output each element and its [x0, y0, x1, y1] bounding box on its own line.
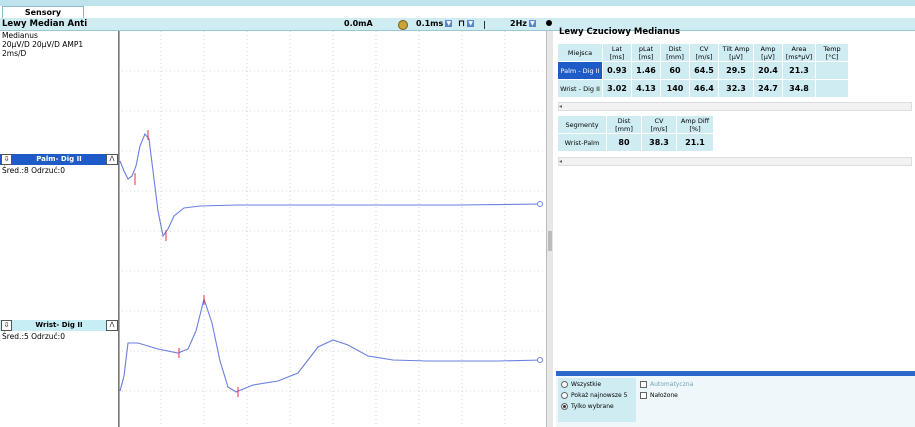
- cell-lat: 0.93: [603, 62, 631, 79]
- trace-avg-wrist: Śred.:5 Odrzuć:0: [2, 332, 65, 341]
- chevron-down-icon: ▼: [528, 20, 536, 27]
- waveform-area[interactable]: [118, 31, 546, 427]
- timebase-label: 2ms/D: [2, 49, 27, 58]
- chevron-down-icon: ▼: [467, 20, 475, 27]
- toolbar-divider: [484, 21, 485, 29]
- nerve-label: Medianus: [2, 31, 38, 40]
- latency-markers: [134, 130, 239, 397]
- table-row[interactable]: Wrist-Palm 80 38.3 21.1: [558, 134, 713, 151]
- cell-tilt-amp: 29.5: [719, 62, 753, 79]
- current-readout: 0.0mA: [344, 19, 373, 28]
- col-cv: CV [m/s]: [690, 44, 718, 61]
- col-area: Area [ms*µV]: [783, 44, 815, 61]
- cell-tilt-amp: 32.3: [719, 80, 753, 97]
- cell-amp: 24.7: [754, 80, 782, 97]
- pulse-icon[interactable]: ⊓ ▼: [458, 18, 475, 30]
- sweep-select[interactable]: 0.1ms ▼: [416, 18, 453, 30]
- cell-temp: [816, 62, 848, 79]
- radio-all[interactable]: Wszystkie: [561, 381, 601, 389]
- segments-hscrollbar[interactable]: ◂: [558, 157, 912, 166]
- arrow-down-icon[interactable]: ⇩: [1, 320, 12, 331]
- col-dist: Dist [mm]: [607, 116, 641, 133]
- col-dist: Dist [mm]: [661, 44, 689, 61]
- record-dot-icon[interactable]: [546, 20, 552, 26]
- trace-header-wrist[interactable]: Wrist- Dig II: [0, 320, 118, 331]
- filter-select[interactable]: 2Hz ▼: [510, 18, 536, 30]
- stimulus-icon[interactable]: [398, 20, 408, 30]
- col-segment: Segmenty: [558, 116, 606, 133]
- col-amp: Amp [µV]: [754, 44, 782, 61]
- trace-labels-panel: [0, 31, 119, 427]
- table-header: Segmenty Dist [mm] CV [m/s] Amp Diff [%]: [558, 116, 713, 133]
- cell-cv: 46.4: [690, 80, 718, 97]
- grid: [118, 31, 546, 427]
- segment-label[interactable]: Wrist-Palm: [558, 134, 606, 151]
- cell-area: 34.8: [783, 80, 815, 97]
- col-cv: CV [m/s]: [642, 116, 676, 133]
- col-lat: Lat [ms]: [603, 44, 631, 61]
- cell-area: 21.3: [783, 62, 815, 79]
- study-title: Lewy Median Anti: [2, 19, 88, 29]
- top-bar: [0, 0, 915, 6]
- scrollbar-thumb[interactable]: [548, 231, 552, 251]
- checkbox-overlay[interactable]: Nałożone: [640, 392, 678, 400]
- table-row[interactable]: Palm - Dig II 0.93 1.46 60 64.5 29.5 20.…: [558, 62, 848, 79]
- segments-table: Segmenty Dist [mm] CV [m/s] Amp Diff [%]…: [557, 115, 714, 152]
- trace-header-palm[interactable]: Palm- Dig II: [0, 154, 118, 165]
- table-hscrollbar[interactable]: ◂: [558, 102, 912, 111]
- waveform-icon[interactable]: ⋀: [106, 320, 118, 331]
- cell-dist: 80: [607, 134, 641, 151]
- radio-icon: [561, 381, 568, 388]
- trace-wrist-waveform: [119, 297, 543, 393]
- site-label[interactable]: Wrist - Dig II: [558, 80, 602, 97]
- checkbox-auto[interactable]: Automatyczna: [640, 381, 693, 389]
- col-plat: pLat [ms]: [632, 44, 660, 61]
- cell-temp: [816, 80, 848, 97]
- gain-settings: 20µV/D 20µV/D AMP1: [2, 40, 84, 49]
- sensory-results-table: Miejsca Lat [ms] pLat [ms] Dist [mm] CV …: [557, 43, 849, 98]
- table-row[interactable]: Wrist - Dig II 3.02 4.13 140 46.4 32.3 2…: [558, 80, 848, 97]
- radio-selected[interactable]: Tylko wybrane: [561, 403, 614, 411]
- checkbox-icon: [640, 392, 647, 399]
- arrow-down-icon[interactable]: ⇩: [1, 154, 12, 165]
- radio-icon: [561, 403, 568, 410]
- acquisition-info: Medianus 20µV/D 20µV/D AMP1 2ms/D: [2, 31, 83, 58]
- cell-dist: 60: [661, 62, 689, 79]
- cell-amp-diff: 21.1: [677, 134, 713, 151]
- col-amp-diff: Amp Diff [%]: [677, 116, 713, 133]
- site-label[interactable]: Palm - Dig II: [558, 62, 602, 79]
- checkbox-icon: [640, 381, 647, 388]
- table-header: Miejsca Lat [ms] pLat [ms] Dist [mm] CV …: [558, 44, 848, 61]
- cell-dist: 140: [661, 80, 689, 97]
- col-site: Miejsca: [558, 44, 602, 61]
- trace-end-handle[interactable]: [537, 357, 543, 363]
- trace-palm-waveform: [119, 132, 543, 238]
- results-title: Lewy Czuciowy Medianus: [559, 27, 681, 37]
- radio-newest[interactable]: Pokaż najnowsze 5: [561, 392, 627, 400]
- col-tilt-amp: Tilt Amp [µV]: [719, 44, 753, 61]
- trace-avg-palm: Śred.:8 Odrzuć:0: [2, 166, 65, 175]
- radio-icon: [561, 392, 568, 399]
- trace-end-handle[interactable]: [537, 201, 543, 207]
- col-temp: Temp [°C]: [816, 44, 848, 61]
- cell-plat: 4.13: [632, 80, 660, 97]
- cell-amp: 20.4: [754, 62, 782, 79]
- waveform-icon[interactable]: ⋀: [106, 154, 118, 165]
- cell-cv: 38.3: [642, 134, 676, 151]
- cell-cv: 64.5: [690, 62, 718, 79]
- cell-plat: 1.46: [632, 62, 660, 79]
- chevron-down-icon: ▼: [445, 20, 453, 27]
- cell-lat: 3.02: [603, 80, 631, 97]
